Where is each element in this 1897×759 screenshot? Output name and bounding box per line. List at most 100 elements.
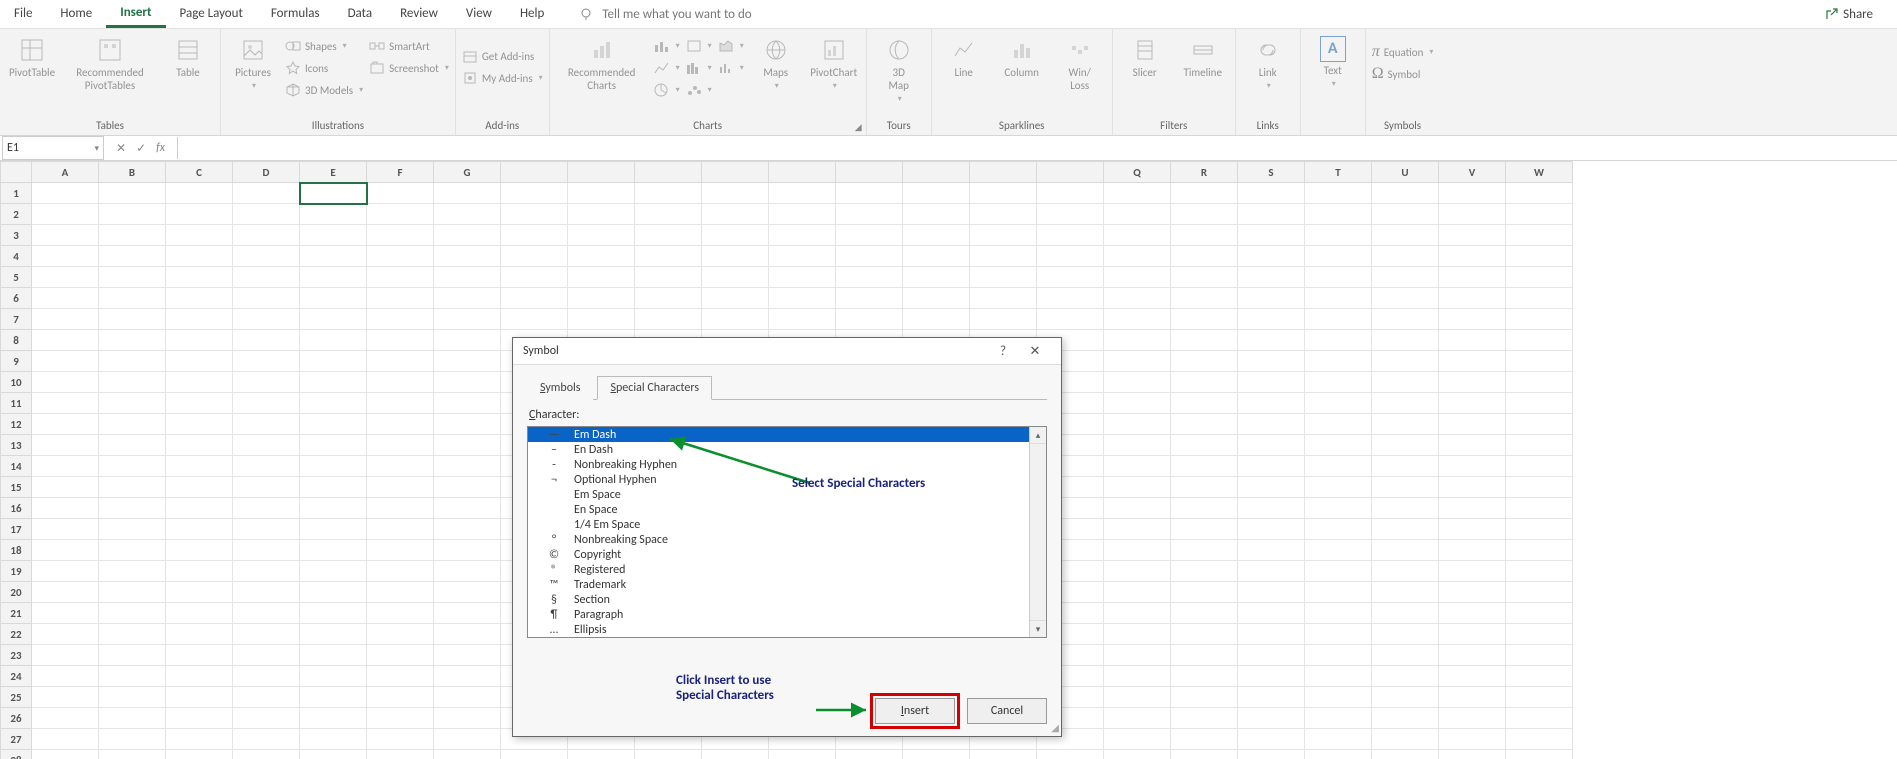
cell[interactable] [1171,498,1238,519]
cell[interactable] [99,477,166,498]
cell[interactable] [1506,435,1573,456]
cell[interactable] [1439,288,1506,309]
cell[interactable] [1506,309,1573,330]
cell[interactable] [99,666,166,687]
column-header[interactable]: C [166,162,233,183]
cell[interactable] [233,204,300,225]
cell[interactable] [1305,477,1372,498]
cell[interactable] [1506,666,1573,687]
cell[interactable] [300,645,367,666]
cell[interactable] [233,435,300,456]
cell[interactable] [501,267,568,288]
cell[interactable] [99,687,166,708]
cell[interactable] [903,225,970,246]
cell[interactable] [300,372,367,393]
cell[interactable] [1104,183,1171,204]
cell[interactable] [166,477,233,498]
cell[interactable] [233,351,300,372]
cell[interactable] [99,729,166,750]
scroll-down-icon[interactable]: ▾ [1030,620,1046,637]
cell[interactable] [702,309,769,330]
cell[interactable] [434,456,501,477]
cell[interactable] [635,204,702,225]
cell[interactable] [1506,204,1573,225]
cell[interactable] [1439,372,1506,393]
cell[interactable] [1439,624,1506,645]
column-header[interactable] [702,162,769,183]
cell[interactable] [367,561,434,582]
cell[interactable] [99,582,166,603]
cell[interactable] [1506,456,1573,477]
cell[interactable] [32,288,99,309]
cell[interactable] [1372,477,1439,498]
symbol-button[interactable]: ΩSymbol [1372,64,1434,84]
cell[interactable] [300,225,367,246]
cell[interactable] [300,729,367,750]
cell[interactable] [568,246,635,267]
cell[interactable] [769,267,836,288]
cell[interactable] [1372,750,1439,759]
column-header[interactable]: E [300,162,367,183]
cell[interactable] [1439,645,1506,666]
cell[interactable] [300,708,367,729]
column-header[interactable]: A [32,162,99,183]
cell[interactable] [1104,288,1171,309]
cell[interactable] [903,288,970,309]
column-header[interactable] [836,162,903,183]
cell[interactable] [233,624,300,645]
cell[interactable] [32,540,99,561]
sparkline-winloss-button[interactable]: Win/ Loss [1054,36,1106,92]
cell[interactable] [32,498,99,519]
maps-button[interactable]: Maps▾ [750,36,802,91]
cell[interactable] [99,393,166,414]
cell[interactable] [769,225,836,246]
chart-type-button[interactable]: ▾ [686,36,712,56]
column-header[interactable]: W [1506,162,1573,183]
cell[interactable] [1305,267,1372,288]
cell[interactable] [769,288,836,309]
cell[interactable] [970,267,1037,288]
get-addins-button[interactable]: Get Add-ins [462,46,543,66]
row-header[interactable]: 17 [1,519,32,540]
cell[interactable] [1372,267,1439,288]
cell[interactable] [702,246,769,267]
cell[interactable] [166,687,233,708]
cell[interactable] [1305,435,1372,456]
cell[interactable] [233,750,300,759]
cell[interactable] [1171,540,1238,561]
cell[interactable] [99,246,166,267]
cell[interactable] [367,540,434,561]
cell[interactable] [1238,603,1305,624]
cell[interactable] [1305,750,1372,759]
table-button[interactable]: Table [162,36,214,79]
cell[interactable] [1305,351,1372,372]
list-item[interactable]: °Nonbreaking Space [528,532,1029,547]
cell[interactable] [1171,204,1238,225]
cell[interactable] [1238,414,1305,435]
cell[interactable] [300,393,367,414]
help-icon[interactable]: ? [987,344,1019,359]
cell[interactable] [1439,582,1506,603]
cell[interactable] [32,414,99,435]
cell[interactable] [1439,708,1506,729]
cell[interactable] [1238,372,1305,393]
cell[interactable] [367,645,434,666]
column-header[interactable]: G [434,162,501,183]
cell[interactable] [568,267,635,288]
cell[interactable] [434,666,501,687]
cell[interactable] [300,519,367,540]
cell[interactable] [501,750,568,759]
cell[interactable] [300,435,367,456]
row-header[interactable]: 12 [1,414,32,435]
list-item[interactable]: ¶Paragraph [528,607,1029,622]
cell[interactable] [1104,582,1171,603]
cell[interactable] [769,204,836,225]
tab-page-layout[interactable]: Page Layout [166,0,257,28]
cell[interactable] [1171,288,1238,309]
cell[interactable] [434,603,501,624]
cell[interactable] [233,708,300,729]
cell[interactable] [1506,330,1573,351]
cell[interactable] [1104,729,1171,750]
cell[interactable] [166,330,233,351]
cell[interactable] [233,666,300,687]
